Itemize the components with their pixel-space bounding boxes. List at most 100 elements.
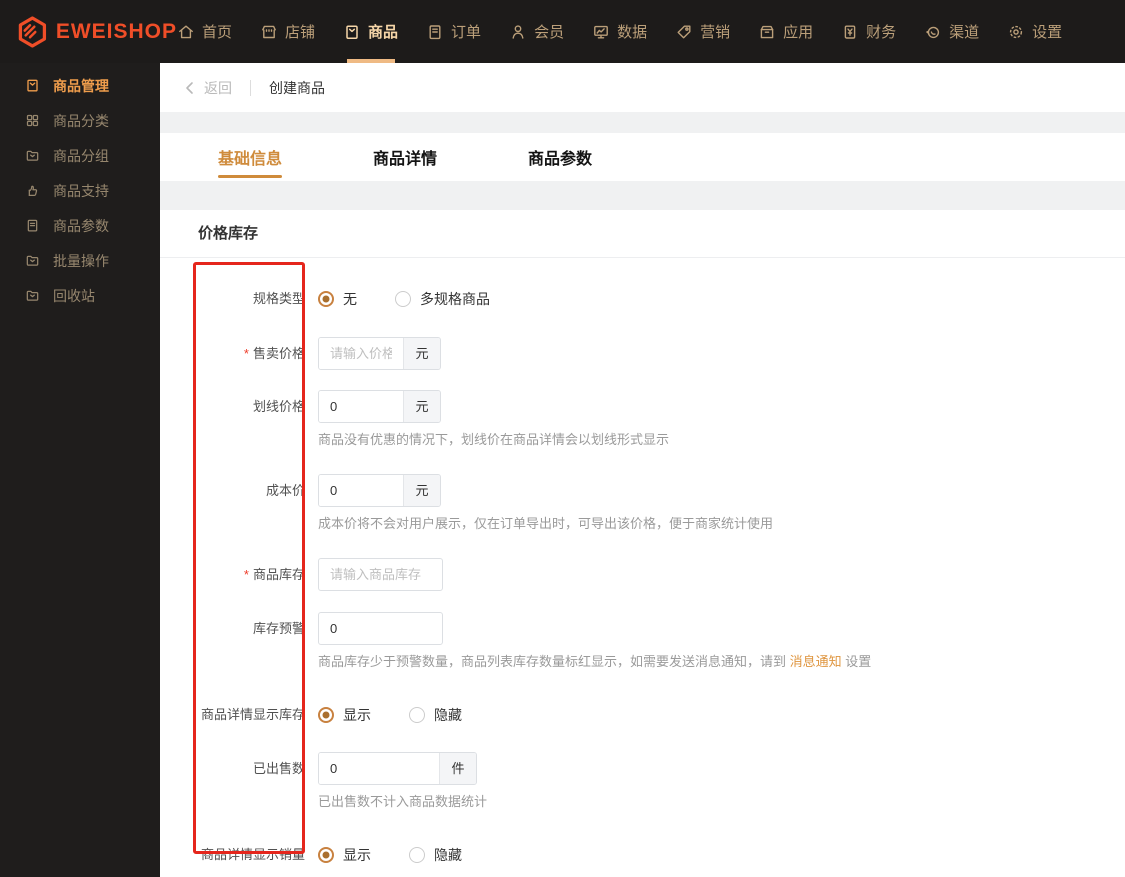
radio-checked-icon[interactable] [318, 707, 334, 723]
price-stock-card: 价格库存 规格类型 无 多规格商品 * 售卖价格 请输入价格 元 划线价格 0 … [160, 210, 1125, 877]
nav-label: 订单 [451, 24, 482, 41]
tab-goods-detail[interactable]: 商品详情 [373, 145, 437, 169]
sidebar-item-goods-category[interactable]: 商品分类 [0, 103, 160, 138]
tab-basic-info[interactable]: 基础信息 [218, 145, 283, 178]
order-icon [429, 24, 441, 39]
helper-text: 商品没有优惠的情况下，划线价在商品详情会以划线形式显示 [318, 432, 670, 447]
tab-goods-params[interactable]: 商品参数 [528, 145, 592, 169]
radio-option-hide[interactable]: 隐藏 [409, 705, 462, 725]
stock-input[interactable] [318, 558, 443, 591]
spec-type-radio-group: 无 多规格商品 [318, 289, 528, 309]
helper-text: 成本价将不会对用户展示，仅在订单导出时，可导出该价格，便于商家统计使用 [318, 516, 774, 531]
nav-label: 设置 [1032, 24, 1063, 41]
brand-logo[interactable]: EWEISHOP [0, 15, 177, 48]
sidebar-label: 商品分组 [53, 147, 109, 164]
page: EWEISHOP 首页 店铺 商品 订单 会员 数据 营销 应用 财务 渠道 设… [0, 0, 1125, 877]
cost-price-input-group: 元 [318, 474, 441, 507]
home-icon [179, 25, 193, 38]
radio-unchecked-icon[interactable] [395, 291, 411, 307]
sidebar-label: 回收站 [53, 287, 95, 304]
sale-price-input[interactable] [319, 338, 403, 369]
sidebar-item-goods-manage[interactable]: 商品管理 [0, 68, 160, 103]
data-icon [594, 25, 608, 38]
nav-item-data[interactable]: 数据 [592, 0, 647, 63]
radio-option-none[interactable]: 无 [318, 289, 357, 309]
brand-name: EWEISHOP [55, 19, 177, 43]
sidebar-item-goods-group[interactable]: 商品分组 [0, 138, 160, 173]
sold-count-input[interactable] [319, 753, 439, 784]
goods-icon [346, 24, 358, 39]
nav-label: 店铺 [285, 24, 316, 41]
spacer [160, 112, 1125, 133]
sidebar-item-goods-support[interactable]: 商品支持 [0, 173, 160, 208]
form-row-cost-price: 成本价 元 成本价将不会对用户展示，仅在订单导出时，可导出该价格，便于商家统计使… [160, 474, 1125, 533]
field-label: 规格类型 [252, 291, 305, 306]
section-title: 价格库存 [160, 210, 1125, 258]
settings-icon [1010, 25, 1023, 38]
nav-item-marketing[interactable]: 营销 [675, 0, 730, 63]
params-doc-icon [27, 219, 38, 232]
unit-addon: 元 [403, 391, 440, 422]
radio-checked-icon[interactable] [318, 291, 334, 307]
nav-item-settings[interactable]: 设置 [1007, 0, 1062, 63]
required-asterisk: * [243, 567, 249, 582]
field-label: 已出售数 [252, 761, 305, 776]
field-label: 成本价 [265, 483, 305, 498]
form-row-show-sales: 商品详情显示销量 显示 隐藏 [160, 845, 1125, 865]
radio-option-hide[interactable]: 隐藏 [409, 845, 462, 865]
recycle-folder-icon [26, 290, 39, 301]
radio-option-show[interactable]: 显示 [318, 845, 371, 865]
radio-label: 显示 [343, 847, 371, 863]
line-price-input-group: 元 [318, 390, 441, 423]
group-folder-icon [26, 150, 39, 161]
nav-label: 会员 [534, 24, 565, 41]
unit-addon: 件 [439, 753, 476, 784]
sidebar-label: 商品管理 [53, 77, 109, 94]
tab-bar: 基础信息 商品详情 商品参数 [160, 133, 1125, 181]
field-control: 件 已出售数不计入商品数据统计 [318, 752, 487, 811]
radio-label: 隐藏 [434, 707, 462, 723]
nav-item-finance[interactable]: 财务 [841, 0, 896, 63]
radio-option-show[interactable]: 显示 [318, 705, 371, 725]
cost-price-input[interactable] [319, 475, 403, 506]
back-button[interactable]: 返回 [182, 78, 232, 98]
form-row-spec-type: 规格类型 无 多规格商品 [160, 289, 1125, 309]
nav-item-channels[interactable]: 渠道 [924, 0, 979, 63]
eweishop-hexagon-logo [18, 15, 47, 48]
field-control: 商品库存少于预警数量，商品列表库存数量标红显示，如需要发送消息通知，请到 消息通… [318, 612, 871, 671]
nav-item-goods[interactable]: 商品 [343, 0, 398, 63]
nav-item-store[interactable]: 店铺 [260, 0, 315, 63]
helper-text: 已出售数不计入商品数据统计 [318, 794, 488, 809]
line-price-input[interactable] [319, 391, 403, 422]
nav-item-members[interactable]: 会员 [509, 0, 564, 63]
message-notify-link[interactable]: 消息通知 [790, 654, 842, 669]
nav-label: 应用 [783, 24, 814, 41]
sidebar: 商品管理 商品分类 商品分组 商品支持 商品参数 批量操作 回收站 [0, 63, 160, 877]
form-row-stock: * 商品库存 [160, 558, 1125, 591]
show-sales-radio-group: 显示 隐藏 [318, 845, 500, 865]
radio-checked-icon[interactable] [318, 847, 334, 863]
stock-warning-input[interactable] [318, 612, 443, 645]
sidebar-label: 商品参数 [53, 217, 109, 234]
sidebar-item-recycle-bin[interactable]: 回收站 [0, 278, 160, 313]
goods-manage-icon [27, 79, 38, 92]
batch-folder-icon [26, 255, 39, 266]
field-label: * 商品库存 [243, 567, 305, 582]
sidebar-item-batch-ops[interactable]: 批量操作 [0, 243, 160, 278]
breadcrumb: 返回 创建商品 [160, 63, 1125, 112]
sidebar-item-goods-params[interactable]: 商品参数 [0, 208, 160, 243]
nav-item-home[interactable]: 首页 [177, 0, 232, 63]
member-icon [512, 24, 524, 39]
field-label: * 售卖价格 [243, 346, 305, 361]
finance-icon [844, 25, 856, 39]
field-control: 元 [318, 337, 441, 370]
radio-label: 隐藏 [434, 847, 462, 863]
radio-unchecked-icon[interactable] [409, 707, 425, 723]
radio-option-multi-spec[interactable]: 多规格商品 [395, 289, 490, 309]
radio-unchecked-icon[interactable] [409, 847, 425, 863]
show-stock-radio-group: 显示 隐藏 [318, 705, 500, 725]
nav-item-orders[interactable]: 订单 [426, 0, 481, 63]
app-icon [760, 25, 774, 38]
nav-item-apps[interactable]: 应用 [758, 0, 813, 63]
form-row-line-price: 划线价格 元 商品没有优惠的情况下，划线价在商品详情会以划线形式显示 [160, 390, 1125, 449]
